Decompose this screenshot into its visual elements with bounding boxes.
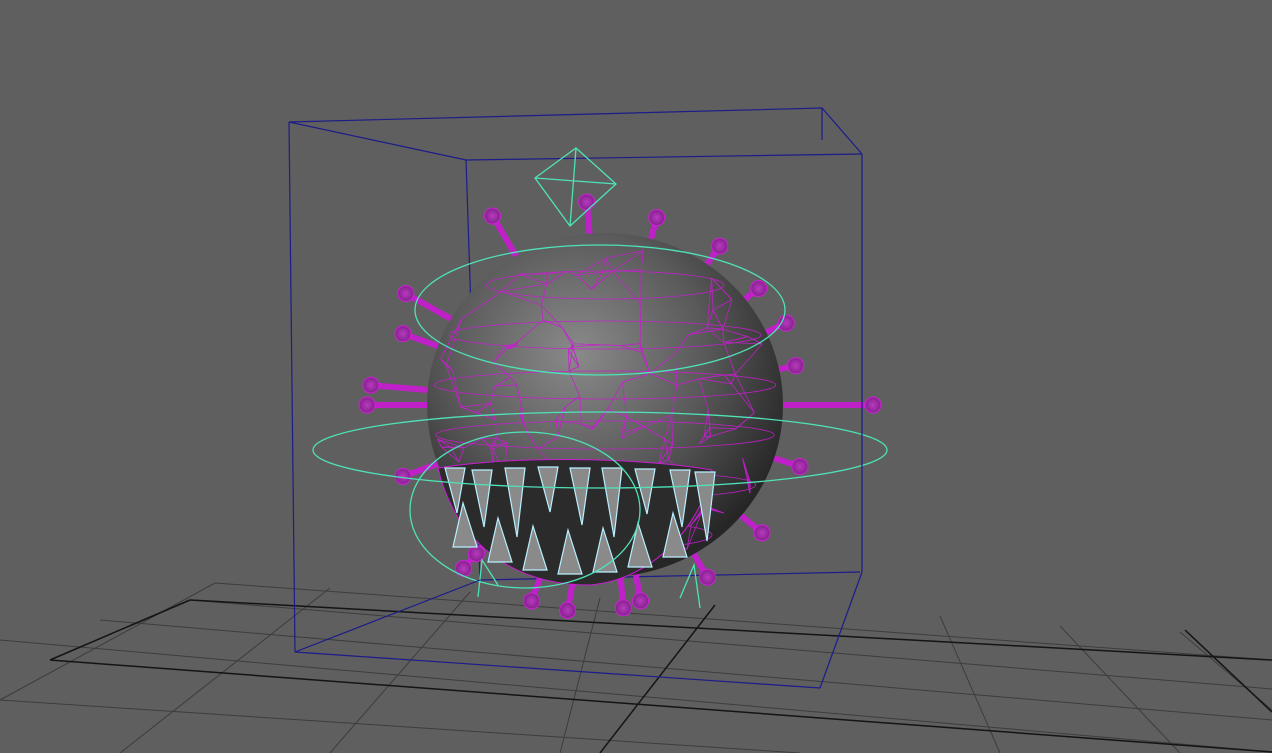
virus-spike-tip [559,601,577,619]
virus-spike-tip [614,599,632,617]
virus-spike-tip [632,592,650,610]
virus-spike-tip [711,237,729,255]
maya-3d-viewport[interactable] [0,0,1272,753]
virus-spike-tip [787,357,805,375]
virus-spike-tip [362,376,380,394]
virus-spike-tip [753,524,771,542]
cone-control-icon[interactable] [477,558,499,598]
diamond-control-icon[interactable] [534,147,617,227]
virus-spike-tip [394,325,412,343]
ground-grid [0,582,1272,753]
virus-spike-tip [522,592,540,610]
virus-spike-tip [397,284,415,302]
cone-control-icon[interactable] [679,562,701,609]
virus-spike-tip [648,209,666,227]
virus-spike-tip [358,396,376,414]
virus-spike-tip [791,457,809,475]
virus-spike-tip [578,193,596,211]
virus-spike-tip [484,207,501,225]
virus-spike-tip [699,568,716,586]
scene-canvas[interactable] [0,0,1272,753]
virus-spike-tip [750,280,768,298]
virus-spike-tip [864,396,882,414]
